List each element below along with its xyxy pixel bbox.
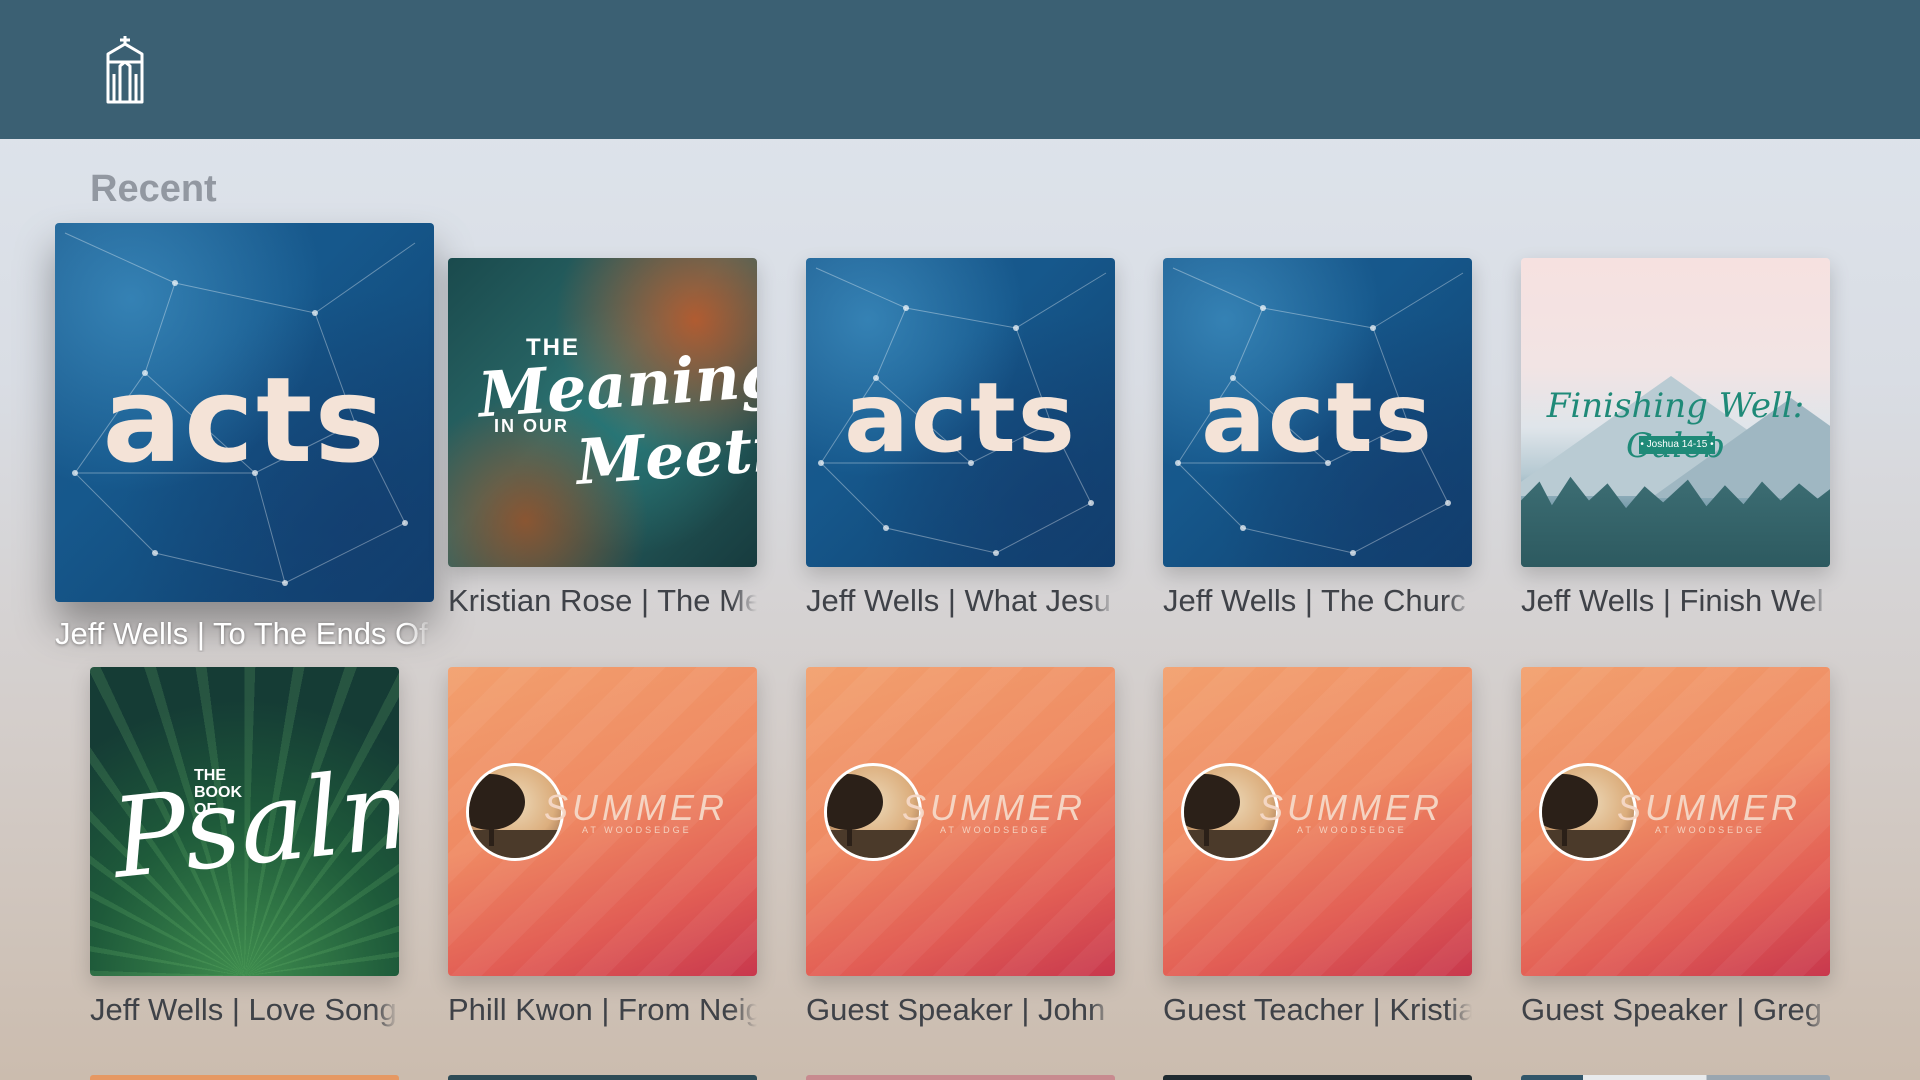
media-tile[interactable]	[90, 1075, 399, 1080]
art-subtitle: AT WOODSEDGE	[1297, 825, 1407, 835]
art-subtitle: • Joshua 14-15 •	[1639, 436, 1715, 454]
art-subtitle: THE BOOK OF	[194, 767, 242, 818]
tile-artwork: Psalms THE BOOK OF	[90, 667, 399, 976]
tile-caption: Kristian Rose | The Me	[448, 583, 757, 618]
art-title: acts	[102, 351, 387, 489]
tile-caption: Jeff Wells | The Churc	[1163, 583, 1466, 618]
media-tile[interactable]	[1521, 1075, 1830, 1080]
art-title: Finishing Well: Caleb	[1546, 386, 1805, 466]
art-title: SUMMER	[544, 787, 728, 828]
art-title: acts	[1201, 362, 1434, 474]
art-title: SUMMER	[1259, 787, 1443, 828]
art-title: IN OUR	[494, 416, 569, 436]
tile-artwork: SUMMER AT WOODSEDGE	[1521, 667, 1830, 976]
tile-artwork: SUMMER AT WOODSEDGE	[1163, 667, 1472, 976]
art-subtitle: AT WOODSEDGE	[1655, 825, 1765, 835]
art-title: SUMMER	[1617, 787, 1801, 828]
tile-caption: Jeff Wells | Finish Wel	[1521, 583, 1824, 618]
tile-artwork: acts	[1163, 258, 1472, 567]
tile-artwork: acts	[806, 258, 1115, 567]
tile-artwork: acts	[55, 223, 434, 602]
tile-artwork: THE Meaning IN OUR Meeting	[448, 258, 757, 567]
tile-caption: Jeff Wells | To The Ends Of	[55, 616, 428, 651]
section-title-recent: Recent	[90, 168, 217, 210]
tile-artwork: SUMMER AT WOODSEDGE	[806, 667, 1115, 976]
media-tile[interactable]	[1163, 1075, 1472, 1080]
tile-caption: Guest Speaker | John	[806, 992, 1106, 1027]
media-tile[interactable]	[448, 1075, 757, 1080]
tile-caption: Jeff Wells | What Jesu	[806, 583, 1111, 618]
art-title: SUMMER	[902, 787, 1086, 828]
church-logo-icon	[106, 36, 144, 104]
art-title: Psalms	[106, 735, 399, 903]
tile-artwork: SUMMER AT WOODSEDGE	[448, 667, 757, 976]
tile-caption: Phill Kwon | From Neig	[448, 992, 757, 1027]
tile-artwork: Finishing Well: Caleb • Joshua 14-15 •	[1521, 258, 1830, 567]
top-bar	[0, 0, 1920, 139]
tile-caption: Guest Speaker | Greg	[1521, 992, 1822, 1027]
tile-caption: Guest Teacher | Kristia	[1163, 992, 1472, 1027]
art-subtitle: AT WOODSEDGE	[582, 825, 692, 835]
media-tile[interactable]	[806, 1075, 1115, 1080]
art-title: acts	[844, 362, 1077, 474]
art-subtitle: AT WOODSEDGE	[940, 825, 1050, 835]
tile-caption: Jeff Wells | Love Song	[90, 992, 397, 1027]
